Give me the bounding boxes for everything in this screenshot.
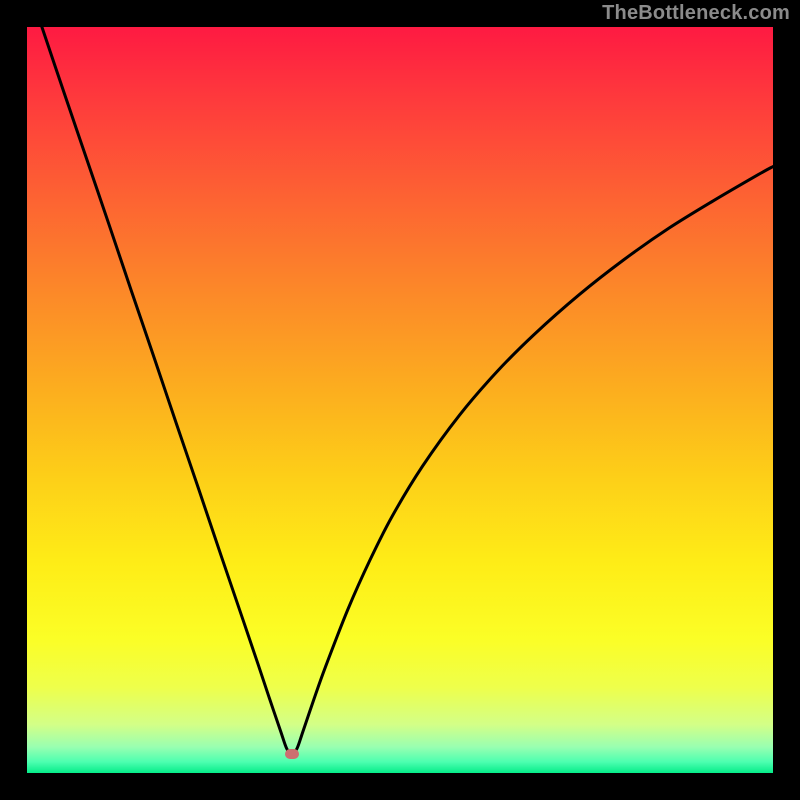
plot-area — [27, 27, 773, 773]
bottleneck-curve — [27, 27, 773, 773]
optimal-marker — [285, 749, 299, 759]
chart-frame: TheBottleneck.com — [0, 0, 800, 800]
watermark-text: TheBottleneck.com — [602, 2, 790, 25]
